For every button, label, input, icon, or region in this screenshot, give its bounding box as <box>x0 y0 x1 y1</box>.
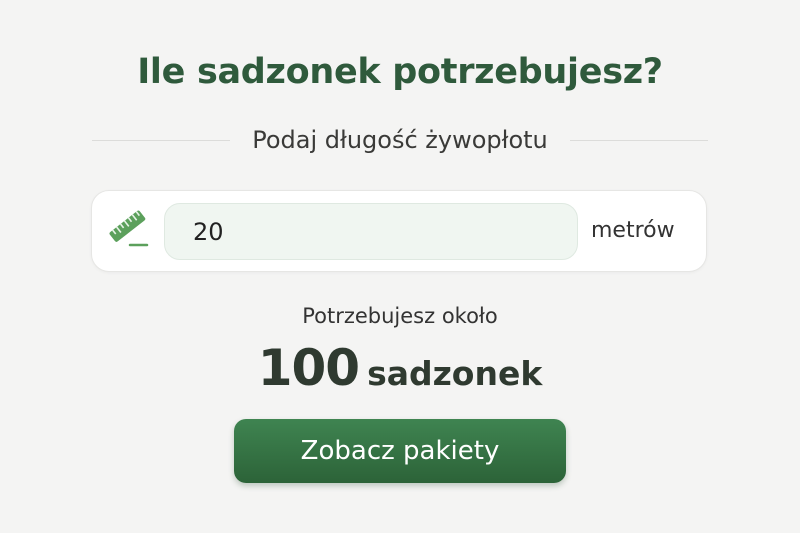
unit-label: metrów <box>591 218 675 243</box>
subtitle: Podaj długość żywopłotu <box>252 126 548 154</box>
subtitle-row: Podaj długość żywopłotu <box>92 120 708 160</box>
ruler-icon <box>109 210 149 247</box>
result-label: Potrzebujesz około <box>302 304 498 328</box>
result-unit: sadzonek <box>367 354 543 393</box>
result-value: 100 sadzonek <box>0 336 800 412</box>
divider-right <box>569 139 708 141</box>
see-packages-button[interactable]: Zobacz pakiety <box>234 419 566 483</box>
divider-left <box>92 139 231 141</box>
length-input[interactable] <box>164 203 578 260</box>
length-input-card: metrów <box>91 190 707 272</box>
result-count: 100 <box>257 339 360 397</box>
page-title: Ile sadzonek potrzebujesz? <box>137 52 663 92</box>
